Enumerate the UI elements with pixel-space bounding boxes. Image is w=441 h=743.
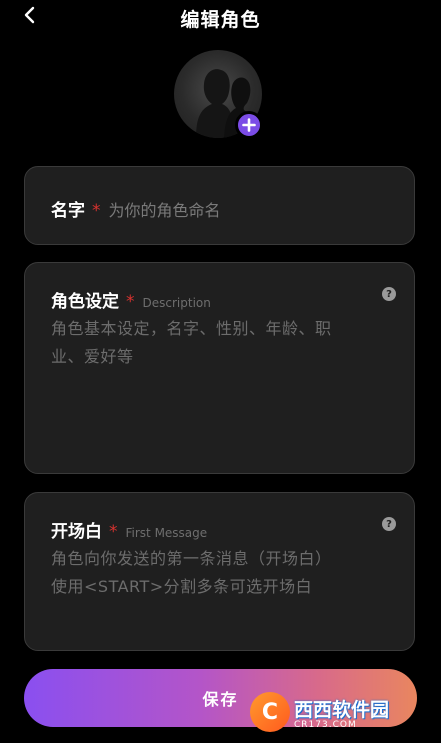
add-avatar-button[interactable] [235, 111, 263, 139]
help-icon[interactable]: ? [382, 517, 396, 531]
avatar-section[interactable] [174, 50, 266, 142]
save-button[interactable]: 保存 [24, 669, 417, 727]
first-message-label-row: 开场白 * First Message [51, 517, 207, 542]
first-message-field[interactable]: 开场白 * First Message ? 角色向你发送的第一条消息（开场白） … [24, 492, 415, 651]
description-field[interactable]: 角色设定 * Description ? 角色基本设定，名字、性别、年龄、职 业… [24, 262, 415, 474]
description-label-row: 角色设定 * Description [51, 287, 211, 312]
plus-icon [242, 118, 256, 132]
description-placeholder[interactable]: 角色基本设定，名字、性别、年龄、职 业、爱好等 [51, 315, 386, 371]
name-label: 名字 [51, 201, 85, 221]
page-title: 编辑角色 [180, 9, 261, 31]
name-input-placeholder[interactable]: 为你的角色命名 [109, 197, 221, 221]
description-placeholder-line: 角色基本设定，名字、性别、年龄、职 [51, 319, 332, 338]
first-message-placeholder-line: 使用<START>分割多条可选开场白 [51, 577, 313, 596]
description-placeholder-line: 业、爱好等 [51, 347, 134, 366]
header-bar: 编辑角色 [0, 0, 441, 34]
first-message-label: 开场白 [51, 522, 102, 542]
save-button-label: 保存 [202, 690, 239, 709]
required-mark: * [92, 201, 101, 221]
required-mark: * [109, 522, 118, 542]
description-sub-label: Description [142, 296, 211, 310]
first-message-sub-label: First Message [125, 526, 208, 540]
name-field[interactable]: 名字 * 为你的角色命名 [24, 166, 415, 245]
first-message-placeholder-line: 角色向你发送的第一条消息（开场白） [51, 549, 332, 568]
required-mark: * [126, 292, 135, 312]
name-label-row: 名字 * 为你的角色命名 [51, 196, 221, 221]
help-icon[interactable]: ? [382, 287, 396, 301]
first-message-placeholder[interactable]: 角色向你发送的第一条消息（开场白） 使用<START>分割多条可选开场白 [51, 545, 386, 601]
description-label: 角色设定 [51, 292, 119, 312]
